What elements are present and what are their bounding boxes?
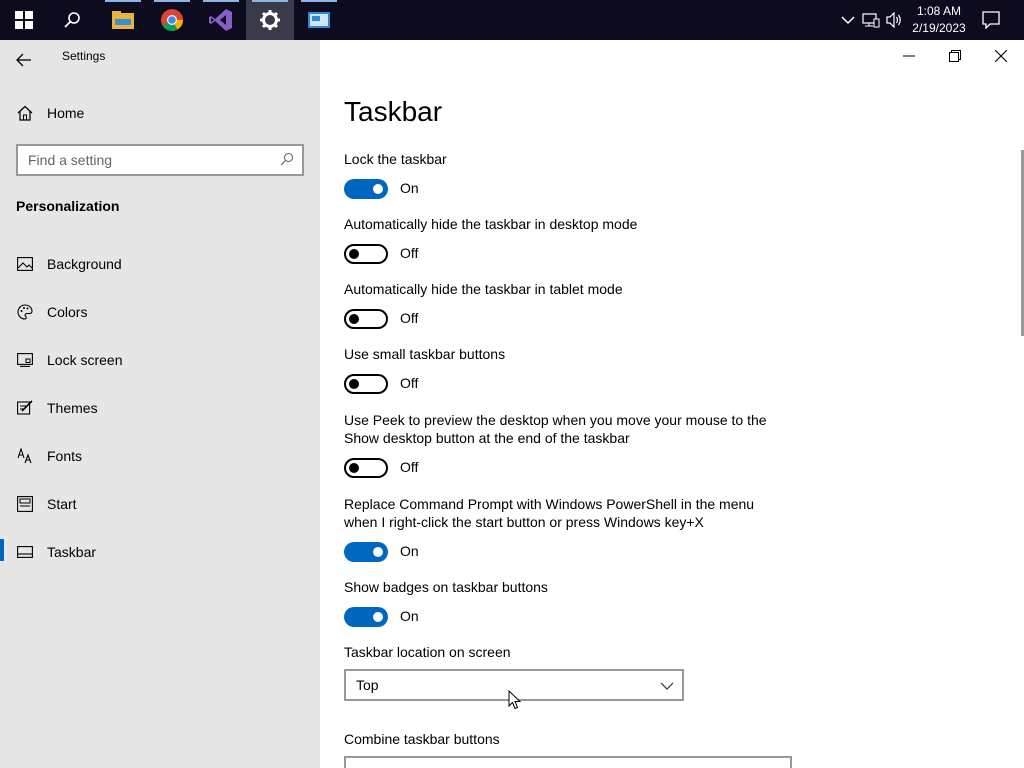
toggle-switch[interactable] [344,374,388,394]
setting-label: Combine taskbar buttons [344,731,500,747]
selection-indicator [0,539,4,561]
sidebar-item-label: Themes [47,400,98,416]
colors-palette-icon [16,303,34,321]
sidebar-item-label: Taskbar [47,544,97,560]
setting-label: Automatically hide the taskbar in deskto… [344,216,638,232]
setting-lock-taskbar: Lock the taskbar On [344,150,784,201]
toggle-switch[interactable] [344,607,388,627]
settings-gear-icon[interactable] [246,0,294,40]
search-icon[interactable] [280,152,296,168]
sidebar-item-themes[interactable]: Themes [0,389,320,429]
restore-button[interactable] [932,40,978,72]
search-placeholder: Find a setting [28,152,113,168]
combine-dropdown[interactable] [344,756,792,768]
remote-desktop-icon[interactable] [295,0,343,40]
chrome-icon[interactable] [148,0,196,40]
clock[interactable]: 1:08 AM 2/19/2023 [906,3,972,37]
close-button[interactable] [978,40,1024,72]
setting-label: Taskbar location on screen [344,644,511,660]
start-icon [16,495,34,513]
sidebar-item-taskbar[interactable]: Taskbar [0,533,320,573]
action-center-icon[interactable] [981,10,1001,30]
sidebar-item-label: Background [47,256,122,272]
sidebar-item-label: Start [47,496,77,512]
toggle-switch[interactable] [344,179,388,199]
sidebar-item-fonts[interactable]: Fonts [0,437,320,477]
sidebar-item-background[interactable]: Background [0,245,320,285]
page-title: Taskbar [344,96,443,127]
chevron-down-icon [660,679,674,693]
mouse-cursor-icon [508,689,522,710]
windows-taskbar: 1:08 AM 2/19/2023 [0,0,1024,40]
search-icon[interactable] [48,0,96,40]
sidebar-item-label: Fonts [47,448,83,464]
sidebar-item-label: Colors [47,304,88,320]
sidebar-item-home[interactable]: Home [0,96,320,130]
toggle-state: On [400,543,419,559]
toggle-switch[interactable] [344,542,388,562]
toggle-switch[interactable] [344,309,388,329]
setting-powershell: Replace Command Prompt with Windows Powe… [344,495,784,564]
toggle-state: Off [400,245,419,261]
background-icon [16,255,34,273]
back-button[interactable] [8,44,40,76]
windows-start-icon[interactable] [0,0,48,40]
clock-time: 1:08 AM [916,4,962,18]
setting-small-buttons: Use small taskbar buttons Off [344,345,784,396]
dropdown-value: Top [356,677,379,693]
chevron-up-icon[interactable] [838,10,858,30]
visual-studio-icon[interactable] [197,0,245,40]
home-icon [16,104,34,122]
setting-autohide-desktop: Automatically hide the taskbar in deskto… [344,215,784,266]
setting-autohide-tablet: Automatically hide the taskbar in tablet… [344,280,784,331]
setting-label: Lock the taskbar [344,151,447,167]
toggle-state: On [400,180,419,196]
minimize-button[interactable] [886,40,932,72]
setting-label: Replace Command Prompt with Windows Powe… [344,496,755,530]
section-title: Personalization [16,198,120,214]
sidebar-item-start[interactable]: Start [0,485,320,525]
sidebar-item-label: Lock screen [47,352,123,368]
settings-sidebar: Settings Home Find a setting Personaliza… [0,40,320,768]
toggle-switch[interactable] [344,244,388,264]
toggle-state: Off [400,459,419,475]
toggle-switch[interactable] [344,458,388,478]
sidebar-item-lock-screen[interactable]: Lock screen [0,341,320,381]
file-explorer-icon[interactable] [99,0,147,40]
app-title: Settings [62,49,106,63]
lock-screen-icon [16,351,34,369]
setting-label: Use Peek to preview the desktop when you… [344,412,767,446]
setting-badges: Show badges on taskbar buttons On [344,578,784,629]
volume-icon[interactable] [884,10,904,30]
toggle-state: Off [400,310,419,326]
setting-combine: Combine taskbar buttons [344,730,784,748]
setting-location: Taskbar location on screen [344,643,784,661]
search-input[interactable]: Find a setting [16,144,304,176]
clock-date: 2/19/2023 [912,21,966,35]
settings-content: Taskbar Lock the taskbar On Automaticall… [320,40,1024,768]
taskbar-icon [16,543,34,561]
fonts-icon [16,447,34,465]
sidebar-item-label: Home [47,105,85,121]
sidebar-item-colors[interactable]: Colors [0,293,320,333]
toggle-state: On [400,608,419,624]
network-icon[interactable] [861,10,881,30]
setting-label: Show badges on taskbar buttons [344,579,548,595]
toggle-state: Off [400,375,419,391]
setting-label: Automatically hide the taskbar in tablet… [344,281,623,297]
themes-icon [16,399,34,417]
setting-peek: Use Peek to preview the desktop when you… [344,411,784,480]
setting-label: Use small taskbar buttons [344,346,506,362]
